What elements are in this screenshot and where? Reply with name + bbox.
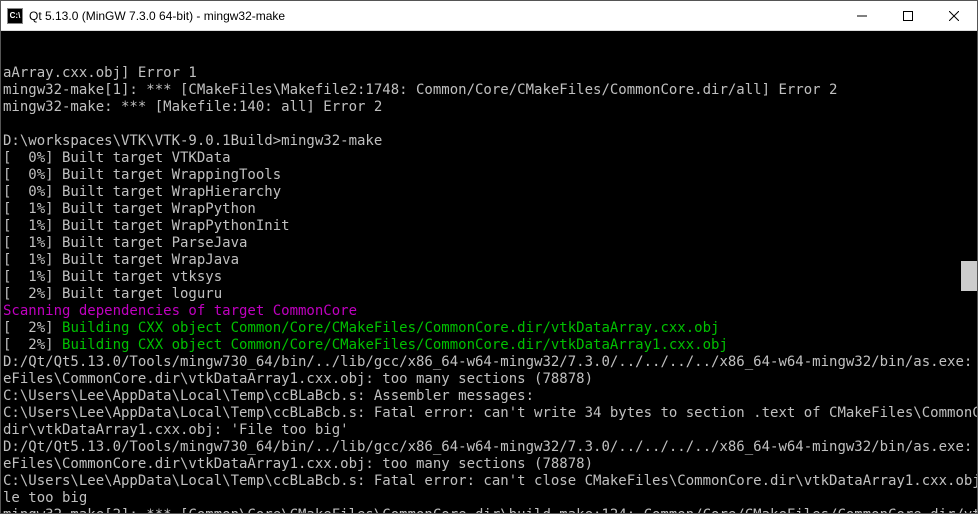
terminal-line: [ 1%] Built target WrapPythonInit — [3, 218, 975, 235]
terminal-line: C:\Users\Lee\AppData\Local\Temp\ccBLaBcb… — [3, 473, 975, 490]
terminal-line: D:/Qt/Qt5.13.0/Tools/mingw730_64/bin/../… — [3, 354, 975, 371]
terminal-line: [ 0%] Built target WrappingTools — [3, 167, 975, 184]
terminal-line: [ 2%] Building CXX object Common/Core/CM… — [3, 320, 975, 337]
terminal-line: [ 0%] Built target VTKData — [3, 150, 975, 167]
scrollbar-thumb[interactable] — [961, 261, 977, 291]
minimize-icon — [857, 11, 867, 21]
terminal-line: mingw32-make: *** [Makefile:140: all] Er… — [3, 99, 975, 116]
app-icon: C:\ — [7, 8, 23, 24]
maximize-button[interactable] — [885, 1, 931, 30]
close-button[interactable] — [931, 1, 977, 30]
terminal-line: dir\vtkDataArray1.cxx.obj: 'File too big… — [3, 422, 975, 439]
app-icon-label: C:\ — [10, 11, 21, 20]
terminal-line: aArray.cxx.obj] Error 1 — [3, 65, 975, 82]
terminal-line: Scanning dependencies of target CommonCo… — [3, 303, 975, 320]
terminal-line: [ 1%] Built target vtksys — [3, 269, 975, 286]
window-title: Qt 5.13.0 (MinGW 7.3.0 64-bit) - mingw32… — [29, 9, 839, 23]
terminal-output[interactable]: aArray.cxx.obj] Error 1mingw32-make[1]: … — [1, 31, 977, 513]
terminal-line: [ 2%] Built target loguru — [3, 286, 975, 303]
terminal-line: C:\Users\Lee\AppData\Local\Temp\ccBLaBcb… — [3, 405, 975, 422]
maximize-icon — [903, 11, 913, 21]
terminal-line: mingw32-make[2]: *** [Common\Core\CMakeF… — [3, 507, 975, 513]
terminal-line: eFiles\CommonCore.dir\vtkDataArray1.cxx.… — [3, 371, 975, 388]
minimize-button[interactable] — [839, 1, 885, 30]
terminal-line: eFiles\CommonCore.dir\vtkDataArray1.cxx.… — [3, 456, 975, 473]
terminal-line: [ 1%] Built target WrapJava — [3, 252, 975, 269]
terminal-line: [ 1%] Built target ParseJava — [3, 235, 975, 252]
terminal-line: C:\Users\Lee\AppData\Local\Temp\ccBLaBcb… — [3, 388, 975, 405]
terminal-line: [ 0%] Built target WrapHierarchy — [3, 184, 975, 201]
terminal-line: D:\workspaces\VTK\VTK-9.0.1Build>mingw32… — [3, 133, 975, 150]
close-icon — [949, 11, 959, 21]
window-titlebar: C:\ Qt 5.13.0 (MinGW 7.3.0 64-bit) - min… — [1, 1, 977, 31]
terminal-line: le too big — [3, 490, 975, 507]
terminal-line: mingw32-make[1]: *** [CMakeFiles\Makefil… — [3, 82, 975, 99]
terminal-line — [3, 116, 975, 133]
terminal-line: [ 2%] Building CXX object Common/Core/CM… — [3, 337, 975, 354]
window-controls — [839, 1, 977, 30]
terminal-line: [ 1%] Built target WrapPython — [3, 201, 975, 218]
terminal-line: D:/Qt/Qt5.13.0/Tools/mingw730_64/bin/../… — [3, 439, 975, 456]
